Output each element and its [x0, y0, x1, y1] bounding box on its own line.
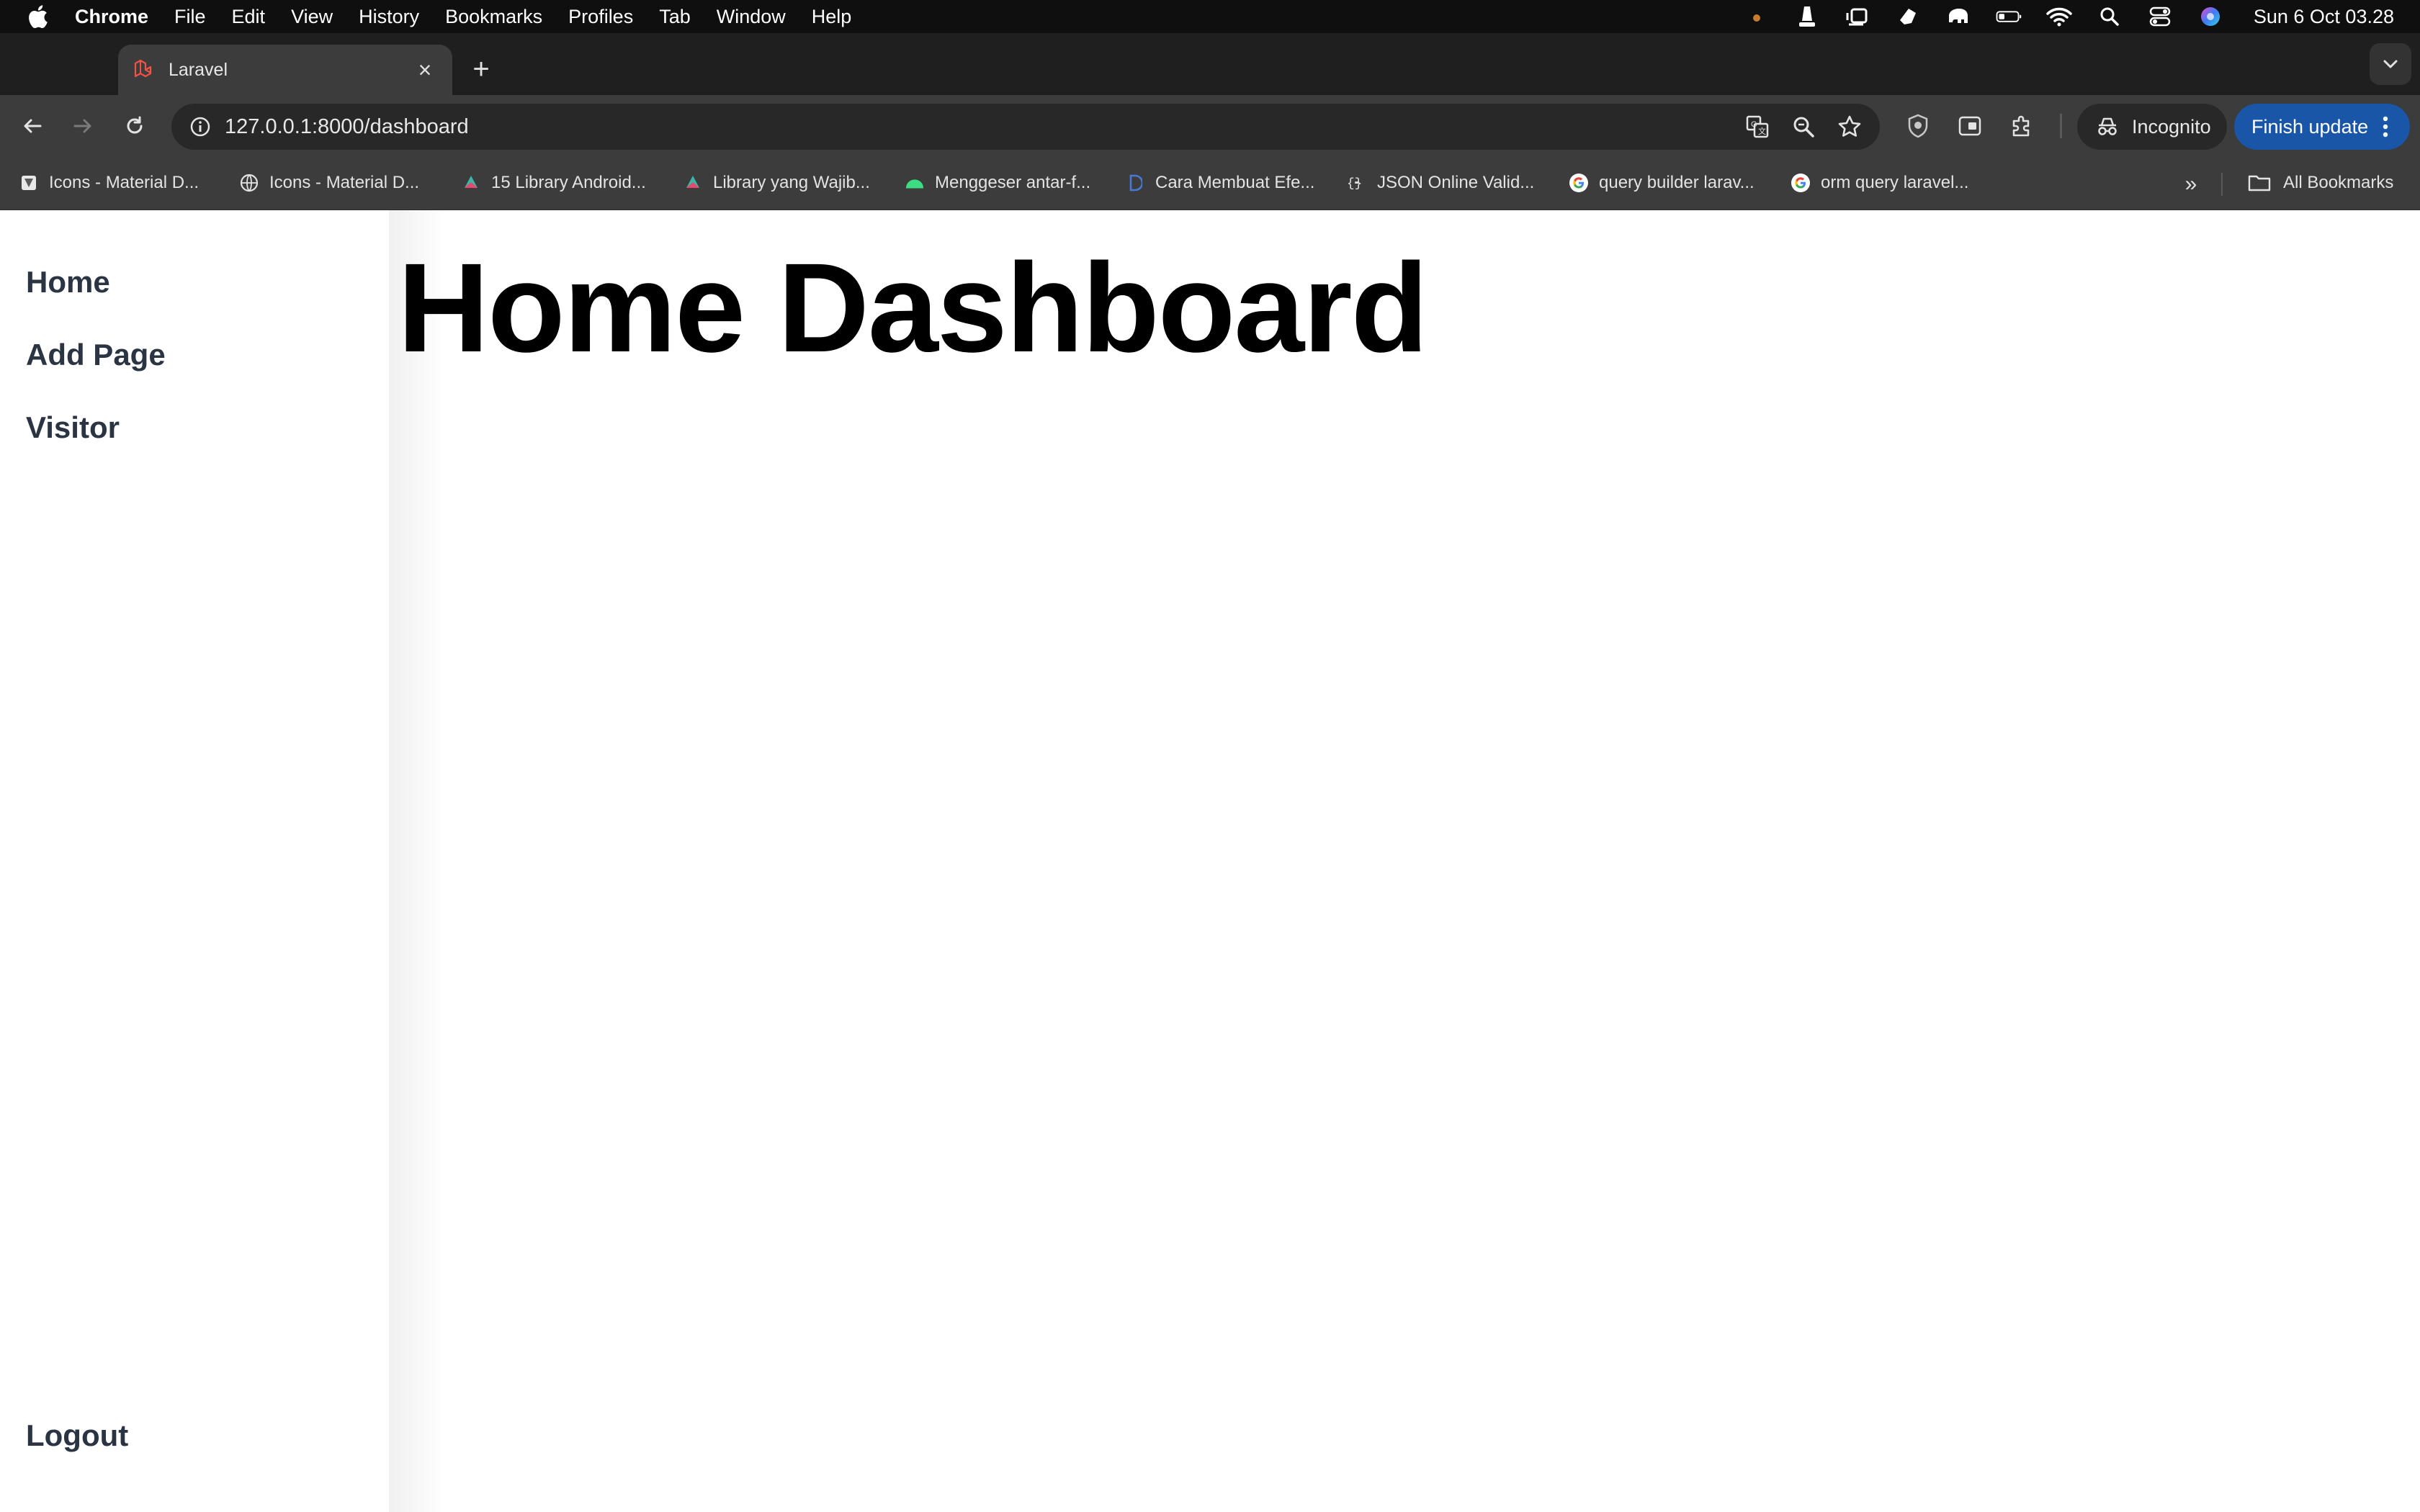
elephant-icon[interactable] — [1945, 5, 1971, 28]
finish-update-label: Finish update — [2251, 115, 2369, 138]
menubar-clock[interactable]: Sun 6 Oct 03.28 — [2254, 6, 2394, 28]
bookmark-item[interactable]: {} JSON Online Valid... — [1347, 170, 1534, 196]
bookmarks-overflow-chevron-icon[interactable]: » — [2177, 170, 2205, 199]
bookmark-label: orm query laravel... — [1821, 173, 1969, 192]
siri-icon[interactable] — [2197, 5, 2223, 28]
bookmark-label: JSON Online Valid... — [1377, 173, 1535, 192]
bookmark-label: 15 Library Android... — [491, 173, 646, 192]
sidebar-link-add-page[interactable]: Add Page — [26, 338, 166, 372]
bookmark-item[interactable]: Cara Membuat Efe... — [1125, 170, 1314, 196]
google-icon — [1791, 173, 1811, 193]
bookmark-label: query builder larav... — [1599, 173, 1754, 192]
spotlight-search-icon[interactable] — [2097, 5, 2123, 28]
svg-text:文: 文 — [1758, 126, 1766, 136]
menu-edit[interactable]: Edit — [232, 6, 266, 28]
address-bar[interactable]: 127.0.0.1:8000/dashboard G文 — [171, 104, 1880, 150]
menu-app-chrome[interactable]: Chrome — [75, 6, 148, 28]
menu-window[interactable]: Window — [717, 6, 786, 28]
browser-toolbar: 127.0.0.1:8000/dashboard G文 Incognito Fi… — [0, 95, 2420, 157]
bookmark-item[interactable]: 15 Library Android... — [461, 170, 646, 196]
bookmark-label: Cara Membuat Efe... — [1155, 173, 1315, 192]
browser-tab-strip: Laravel × + — [0, 33, 2420, 95]
bookmark-item[interactable]: Library yang Wajib... — [683, 170, 870, 196]
recording-dot-icon — [1744, 5, 1770, 28]
menu-view[interactable]: View — [291, 6, 333, 28]
bookmark-item[interactable]: Menggeser antar-f... — [905, 170, 1090, 196]
tab-search-button[interactable] — [2370, 43, 2411, 85]
incognito-icon — [2094, 114, 2120, 140]
menu-history[interactable]: History — [359, 6, 419, 28]
battery-icon[interactable] — [1996, 5, 2022, 28]
forward-arrow-icon[interactable] — [66, 109, 99, 143]
kebab-menu-icon[interactable] — [2381, 112, 2390, 141]
page-title: Home Dashboard — [398, 238, 1428, 379]
bookmark-item[interactable]: orm query laravel... — [1791, 170, 1968, 196]
codepolitan-icon — [683, 173, 703, 193]
tab-title: Laravel — [169, 59, 228, 80]
reload-icon[interactable] — [118, 109, 151, 143]
folder-icon — [2247, 173, 2272, 193]
android-icon — [905, 173, 925, 193]
chevron-down-icon — [2383, 60, 2398, 68]
bookmark-label: Icons - Material D... — [49, 173, 200, 192]
all-bookmarks-label: All Bookmarks — [2283, 173, 2394, 192]
site-info-icon[interactable] — [186, 112, 215, 141]
apple-logo-icon[interactable] — [22, 0, 53, 33]
stage-manager-icon[interactable] — [1845, 5, 1870, 28]
vlc-cone-icon[interactable] — [1794, 5, 1820, 28]
bookmark-item[interactable]: Icons - Material D... — [19, 170, 199, 196]
bookmarks-separator — [2221, 173, 2223, 196]
side-panel-icon[interactable] — [1953, 109, 1986, 143]
shield-extension-icon[interactable] — [1901, 109, 1935, 143]
bookmarks-bar: Icons - Material D... Icons - Material D… — [0, 157, 2420, 210]
bookmark-star-icon[interactable] — [1834, 111, 1865, 143]
codepolitan-icon — [461, 173, 481, 193]
bookmark-item[interactable]: query builder larav... — [1569, 170, 1754, 196]
json-icon: {} — [1347, 173, 1367, 193]
browser-tab[interactable]: Laravel × — [118, 45, 452, 95]
google-icon — [1569, 173, 1589, 193]
sidebar-shadow — [389, 210, 447, 1512]
menu-tab[interactable]: Tab — [659, 6, 691, 28]
zoom-icon[interactable] — [1788, 111, 1819, 143]
toolbar-separator — [2060, 114, 2062, 138]
bookmark-label: Icons - Material D... — [269, 173, 420, 192]
incognito-button[interactable]: Incognito — [2077, 104, 2227, 150]
svg-text:{}: {} — [1347, 177, 1362, 192]
translate-icon[interactable]: G文 — [1742, 111, 1773, 143]
finish-update-button[interactable]: Finish update — [2234, 104, 2410, 150]
macos-menu-bar: Chrome File Edit View History Bookmarks … — [0, 0, 2420, 33]
extensions-puzzle-icon[interactable] — [2005, 109, 2038, 143]
sidebar-link-visitor[interactable]: Visitor — [26, 410, 120, 445]
app-icon[interactable] — [1895, 5, 1921, 28]
incognito-label: Incognito — [2132, 115, 2211, 138]
laravel-icon — [131, 58, 156, 82]
url-text[interactable]: 127.0.0.1:8000/dashboard — [225, 115, 1742, 139]
sidebar-nav: Home Add Page Visitor Logout — [0, 210, 389, 1512]
globe-icon — [239, 173, 259, 193]
back-arrow-icon[interactable] — [16, 109, 49, 143]
page-viewport: Home Add Page Visitor Logout Home Dashbo… — [0, 210, 2420, 1512]
bookmark-label: Library yang Wajib... — [713, 173, 870, 192]
menu-file[interactable]: File — [174, 6, 206, 28]
bookmark-item[interactable]: Icons - Material D... — [239, 170, 419, 196]
new-tab-icon[interactable]: + — [467, 53, 496, 85]
all-bookmarks-button[interactable]: All Bookmarks — [2247, 170, 2393, 196]
menu-help[interactable]: Help — [812, 6, 852, 28]
menu-profiles[interactable]: Profiles — [568, 6, 633, 28]
menu-bookmarks[interactable]: Bookmarks — [445, 6, 542, 28]
sidebar-link-home[interactable]: Home — [26, 265, 110, 300]
material-icon — [19, 173, 39, 193]
sidebar-link-logout[interactable]: Logout — [26, 1418, 128, 1453]
svg-text:G: G — [1751, 120, 1757, 129]
bookmark-label: Menggeser antar-f... — [935, 173, 1091, 192]
close-tab-icon[interactable]: × — [411, 55, 439, 84]
dev-icon — [1125, 173, 1145, 193]
wifi-icon[interactable] — [2046, 5, 2072, 28]
control-center-icon[interactable] — [2147, 5, 2173, 28]
menubar-status-area: Sun 6 Oct 03.28 — [1744, 0, 2394, 33]
